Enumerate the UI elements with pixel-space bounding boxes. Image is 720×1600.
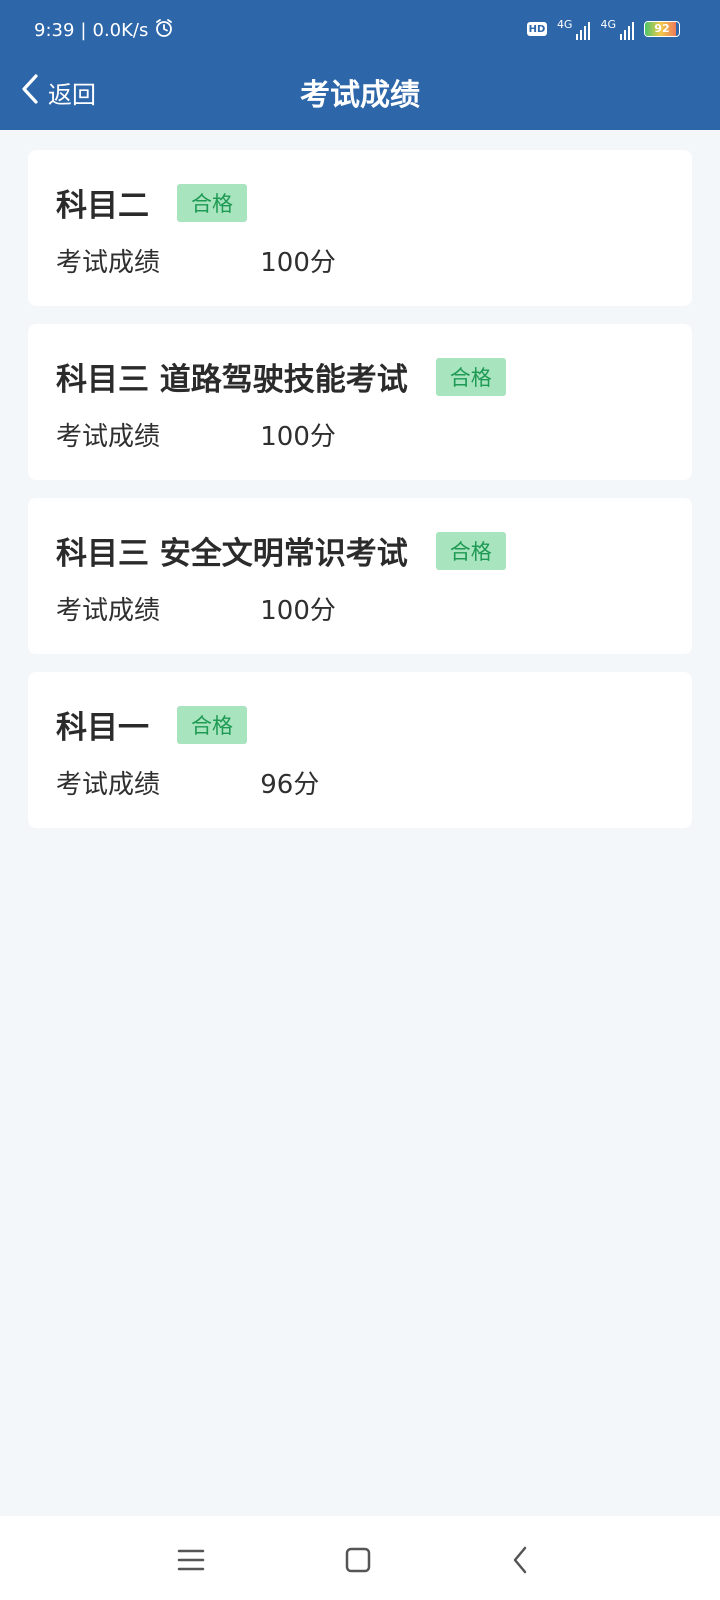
status-badge: 合格 (435, 357, 506, 396)
status-bar: 9:39 | 0.0K/s HD 4G 4G 92 (0, 0, 720, 60)
exam-card: 科目二 合格 考试成绩 100分 (28, 150, 692, 306)
menu-icon[interactable] (171, 1540, 211, 1580)
signal-icon-2: 4G (600, 18, 634, 40)
network-type-1: 4G (556, 18, 573, 31)
score-row: 考试成绩 100分 (56, 590, 336, 627)
score-value: 100分 (260, 596, 336, 626)
exam-subject: 科目三 安全文明常识考试 (56, 536, 408, 572)
score-label: 考试成绩 (56, 248, 161, 278)
status-right: HD 4G 4G 92 (526, 18, 680, 40)
status-badge: 合格 (177, 705, 247, 744)
exam-list: 科目二 合格 考试成绩 100分 科目三 道路驾驶技能考试 合格 考试成绩 10… (28, 150, 692, 846)
exam-title-row: 科目三 道路驾驶技能考试 合格 (56, 354, 506, 399)
score-label: 考试成绩 (56, 422, 161, 452)
battery-icon: 92 (644, 21, 680, 37)
exam-card: 科目一 合格 考试成绩 96分 (28, 672, 692, 828)
exam-subject: 科目三 道路驾驶技能考试 (56, 362, 408, 398)
status-net-speed: 0.0K/s (92, 20, 149, 41)
score-row: 考试成绩 96分 (56, 764, 319, 801)
back-triangle-icon[interactable] (500, 1540, 540, 1580)
score-row: 考试成绩 100分 (56, 416, 336, 453)
status-left: 9:39 | 0.0K/s (34, 18, 174, 43)
app-header: 9:39 | 0.0K/s HD 4G 4G 92 返回 考试成绩 (0, 0, 720, 130)
exam-subject: 科目二 (56, 188, 149, 224)
score-label: 考试成绩 (56, 770, 161, 800)
exam-title-row: 科目二 合格 (56, 180, 247, 225)
system-navigation-bar (0, 1516, 720, 1600)
score-row: 考试成绩 100分 (56, 242, 336, 279)
hd-icon: HD (526, 22, 547, 36)
exam-card: 科目三 安全文明常识考试 合格 考试成绩 100分 (28, 498, 692, 654)
score-value: 100分 (260, 248, 336, 278)
exam-title-row: 科目三 安全文明常识考试 合格 (56, 528, 506, 573)
network-type-2: 4G (600, 18, 616, 31)
home-square-icon[interactable] (338, 1540, 378, 1580)
score-label: 考试成绩 (56, 596, 161, 626)
status-separator: | (80, 20, 87, 41)
page-title: 考试成绩 (300, 78, 420, 113)
status-badge: 合格 (177, 183, 247, 222)
status-badge: 合格 (435, 531, 506, 570)
score-value: 96分 (260, 770, 320, 800)
battery-level: 92 (654, 22, 670, 35)
score-value: 100分 (260, 422, 336, 452)
alarm-clock-icon (154, 18, 174, 43)
exam-card: 科目三 道路驾驶技能考试 合格 考试成绩 100分 (28, 324, 692, 480)
exam-title-row: 科目一 合格 (56, 702, 247, 747)
nav-row: 返回 考试成绩 (0, 60, 720, 130)
signal-icon-1: 4G (557, 18, 591, 40)
exam-subject: 科目一 (56, 710, 149, 746)
status-time: 9:39 (34, 20, 75, 41)
